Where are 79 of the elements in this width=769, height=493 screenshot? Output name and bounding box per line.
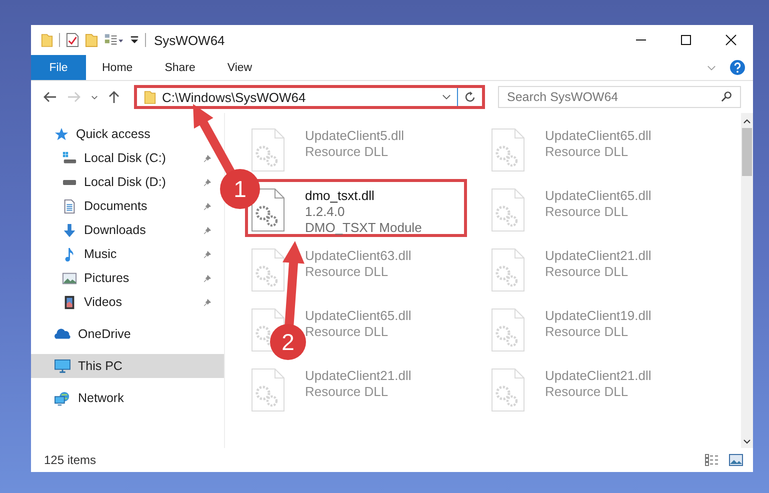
sidebar-item[interactable]: Quick access — [31, 122, 224, 146]
details-view-icon[interactable] — [705, 454, 719, 466]
up-arrow-icon[interactable] — [108, 90, 120, 104]
sidebar-item[interactable]: Pictures — [31, 266, 212, 290]
file-detail: Resource DLL — [305, 264, 390, 279]
file-name: UpdateClient65.dll — [305, 308, 412, 323]
address-path: C:\Windows\SysWOW64 — [162, 90, 307, 104]
pin-icon[interactable] — [203, 202, 212, 210]
caret-icon[interactable] — [442, 94, 451, 100]
sidebar-item[interactable]: Videos — [31, 290, 212, 314]
customize-caret-icon[interactable] — [130, 36, 139, 44]
pin-icon[interactable] — [203, 250, 212, 258]
sidebar-item[interactable]: OneDrive — [31, 322, 224, 346]
picture-icon — [62, 270, 77, 286]
maximize-icon — [680, 34, 692, 46]
file-name: UpdateClient19.dll — [545, 308, 652, 323]
file-detail: Resource DLL — [305, 144, 390, 159]
step-number-badge: 2 — [270, 324, 306, 360]
drive-icon — [62, 150, 77, 166]
view-options-icon[interactable] — [104, 32, 124, 48]
file-name: dmo_tsxt.dll — [305, 188, 376, 203]
step-number-badge: 1 — [220, 169, 260, 209]
refresh-icon[interactable] — [464, 91, 476, 103]
pin-icon[interactable] — [203, 274, 212, 282]
film-icon — [62, 294, 77, 310]
sidebar-item[interactable]: This PC — [31, 354, 224, 378]
file-name: UpdateClient65.dll — [545, 128, 652, 143]
file-name: UpdateClient21.dll — [305, 368, 412, 383]
file-name: UpdateClient21.dll — [545, 248, 652, 263]
scroll-up-icon[interactable] — [743, 119, 751, 124]
monitor-icon — [54, 358, 71, 374]
search-field[interactable]: Search SysWOW64 — [498, 86, 741, 108]
pin-icon[interactable] — [203, 178, 212, 186]
file-detail: Resource DLL — [545, 324, 630, 339]
address-field[interactable]: C:\Windows\SysWOW64 — [134, 85, 485, 109]
file-menu-button[interactable]: File — [31, 55, 86, 80]
folder-icon — [144, 90, 156, 104]
properties-icon[interactable] — [66, 32, 79, 48]
file-detail: Resource DLL — [545, 264, 630, 279]
file-detail: Resource DLL — [545, 204, 630, 219]
network-icon — [54, 390, 71, 406]
pin-icon[interactable] — [203, 226, 212, 234]
file-detail: Resource DLL — [545, 144, 630, 159]
file-detail: Resource DLL — [305, 324, 390, 339]
pin-icon[interactable] — [203, 298, 212, 306]
file-name: UpdateClient21.dll — [545, 368, 652, 383]
scrollbar-thumb[interactable] — [742, 128, 752, 176]
file-name: UpdateClient5.dll — [305, 128, 404, 143]
scroll-down-icon[interactable] — [743, 439, 751, 444]
ribbon-tab[interactable]: Home — [86, 55, 149, 80]
sidebar-item[interactable]: Downloads — [31, 218, 212, 242]
sidebar-item[interactable]: Local Disk (C:) — [31, 146, 212, 170]
star-icon — [54, 126, 69, 142]
recent-caret-icon[interactable] — [91, 94, 98, 100]
drive-icon — [63, 180, 76, 184]
back-arrow-icon[interactable] — [43, 91, 57, 103]
file-detail: DMO_TSXT Module — [305, 220, 422, 235]
file-name: UpdateClient63.dll — [305, 248, 412, 263]
download-arrow-icon — [62, 222, 77, 238]
file-name: UpdateClient65.dll — [545, 188, 652, 203]
file-detail: Resource DLL — [305, 384, 390, 399]
large-icons-view-icon[interactable] — [729, 454, 743, 466]
pin-icon[interactable] — [203, 154, 212, 162]
sidebar-item[interactable]: Local Disk (D:) — [31, 170, 212, 194]
item-count: 125 items — [44, 453, 96, 467]
expand-ribbon-icon[interactable] — [707, 64, 716, 70]
sidebar-item[interactable]: Network — [31, 386, 224, 410]
sidebar-item[interactable]: Music — [31, 242, 212, 266]
search-icon — [721, 91, 732, 102]
file-detail: Resource DLL — [545, 384, 630, 399]
file-detail: 1.2.4.0 — [305, 204, 346, 219]
document-icon — [62, 198, 77, 214]
sidebar-item[interactable]: Documents — [31, 194, 212, 218]
ribbon-tab[interactable]: Share — [148, 55, 212, 80]
cloud-icon — [54, 328, 71, 340]
window-title: SysWOW64 — [154, 32, 225, 48]
ribbon-tab[interactable]: View — [211, 55, 268, 80]
help-icon[interactable] — [730, 60, 745, 75]
close-icon — [724, 34, 736, 46]
